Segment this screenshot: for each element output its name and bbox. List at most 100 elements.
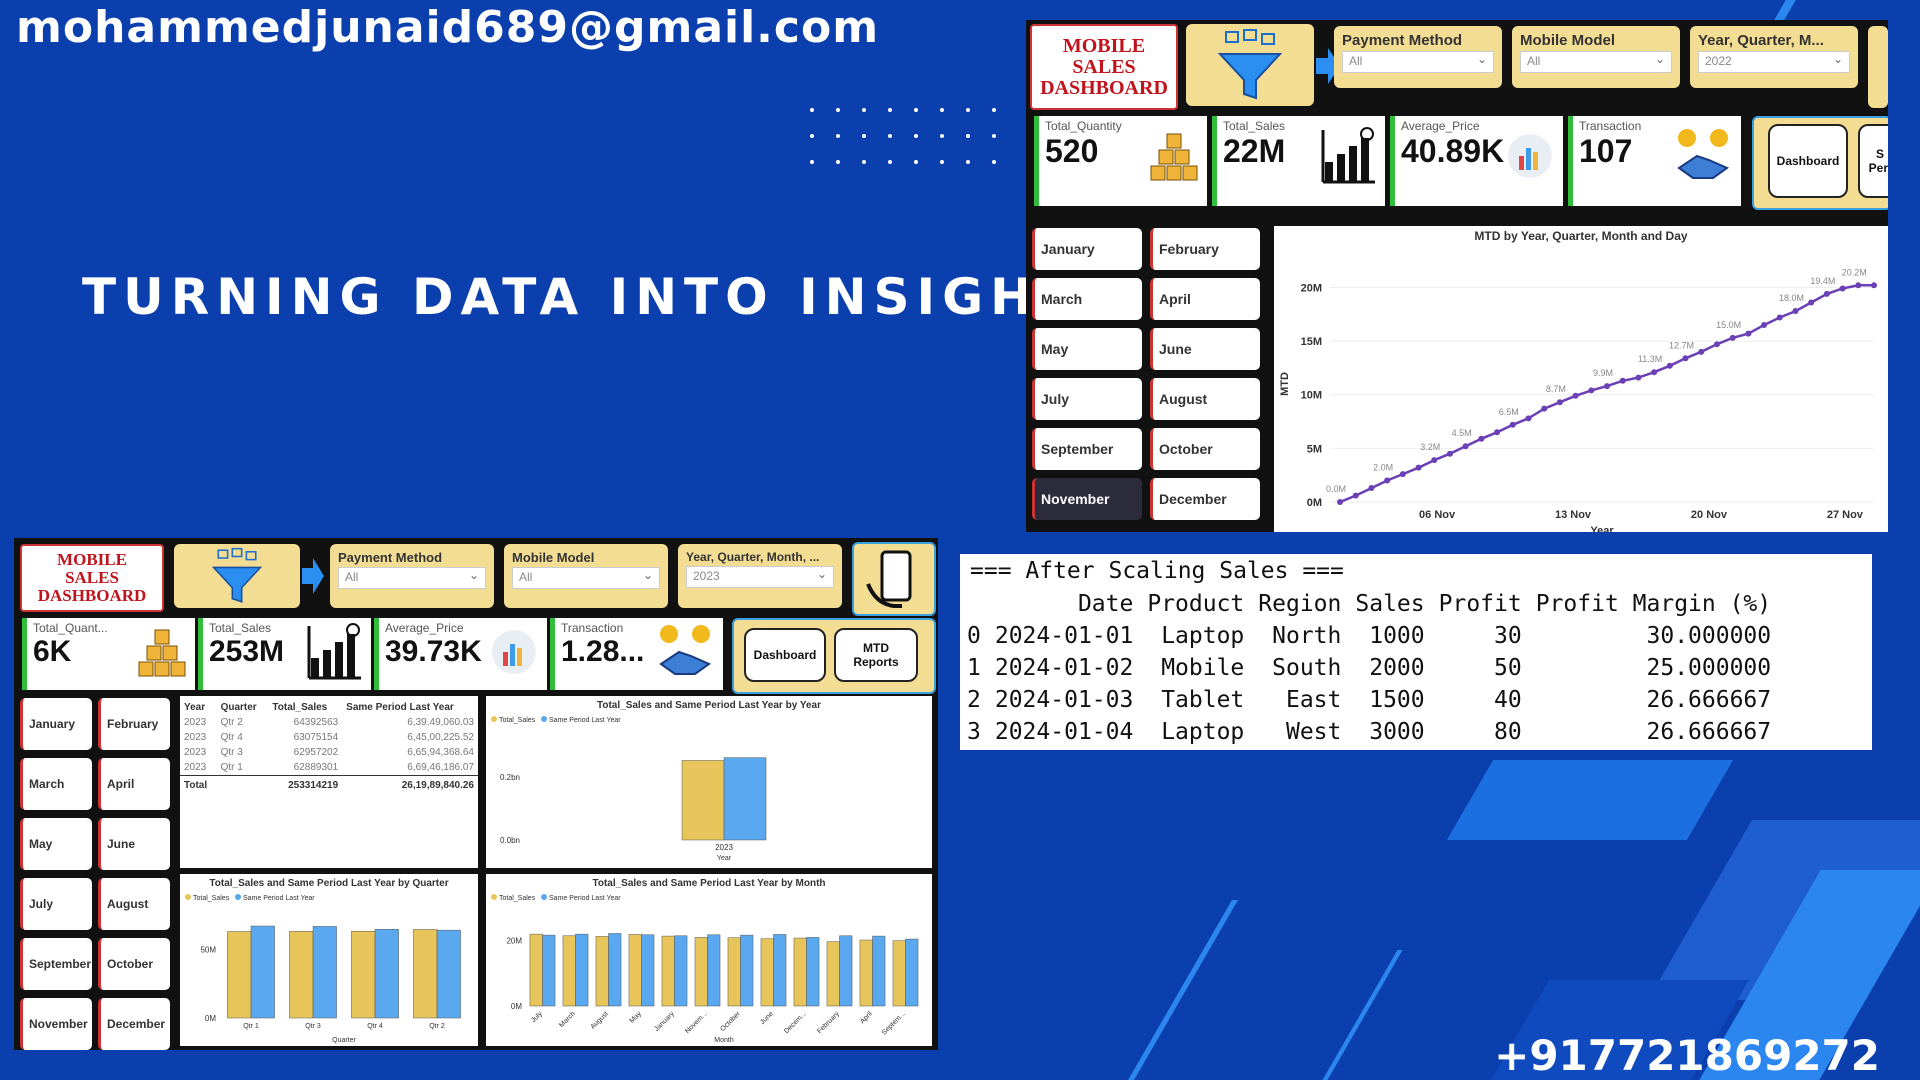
month-button-january[interactable]: January — [20, 698, 92, 750]
data-point — [1776, 314, 1783, 321]
month-button-april[interactable]: April — [1150, 278, 1260, 320]
code-output-cell: 26.666667 — [1646, 719, 1772, 745]
code-output-column-header: Product — [1147, 591, 1245, 617]
bar-same-period-last-year — [608, 933, 622, 1007]
nav-button-label: Dashboard — [1776, 154, 1840, 168]
month-button-december[interactable]: December — [98, 998, 170, 1050]
data-point — [1823, 290, 1830, 297]
filter-year-quarter-month[interactable]: Year, Quarter, M... 2022 ⌄ — [1690, 26, 1858, 88]
table-cell: Qtr 4 — [220, 732, 243, 743]
month-button-may[interactable]: May — [20, 818, 92, 870]
code-output-cell: 1 — [967, 655, 981, 681]
code-output-cell: 30 — [1494, 623, 1522, 649]
bg-stripe — [1322, 950, 1403, 1080]
filter-funnel-button[interactable] — [1186, 24, 1314, 106]
code-output-row: 0 2024-01-01 Laptop North 1000 30 30.000000 — [960, 620, 1778, 652]
filter-dropdown[interactable]: All ⌄ — [1342, 51, 1494, 73]
month-button-june[interactable]: June — [1150, 328, 1260, 370]
month-button-may[interactable]: May — [1032, 328, 1142, 370]
month-button-march[interactable]: March — [20, 758, 92, 810]
data-label: 2.0M — [1373, 463, 1393, 473]
table-header-cell[interactable]: Total_Sales — [268, 700, 342, 715]
month-button-september[interactable]: September — [20, 938, 92, 990]
nav-button-label: S Peri — [1868, 147, 1888, 175]
filter-funnel-button[interactable] — [174, 544, 300, 608]
bar-same-period-last-year — [575, 933, 589, 1007]
kpi-card: Average_Price 40.89K — [1390, 116, 1563, 206]
data-point — [1666, 362, 1673, 369]
handshake-icon — [1673, 126, 1733, 191]
month-button-october[interactable]: October — [1150, 428, 1260, 470]
data-point — [1368, 485, 1375, 492]
month-button-february[interactable]: February — [1150, 228, 1260, 270]
month-button-november[interactable]: November — [20, 998, 92, 1050]
filter-dropdown[interactable]: 2022 ⌄ — [1698, 51, 1850, 73]
filter-dropdown[interactable]: All ⌄ — [338, 567, 486, 589]
data-label: 6.5M — [1499, 407, 1519, 417]
data-point — [1713, 341, 1720, 348]
y-tick-label: 15M — [1301, 336, 1322, 348]
month-button-november[interactable]: November — [1032, 478, 1142, 520]
month-button-april[interactable]: April — [98, 758, 170, 810]
filter-payment-method[interactable]: Payment Method All ⌄ — [1334, 26, 1502, 88]
line-chart-svg: MTD by Year, Quarter, Month and Day 0M 5M 1… — [1279, 229, 1877, 532]
table-header-cell[interactable]: Same Period Last Year — [342, 700, 478, 715]
x-axis-label: Year — [717, 855, 732, 862]
month-button-february[interactable]: February — [98, 698, 170, 750]
month-button-september[interactable]: September — [1032, 428, 1142, 470]
filter-mobile-model[interactable]: Mobile Model All ⌄ — [1512, 26, 1680, 88]
bar-chart-by-month: Total_Sales and Same Period Last Year by… — [486, 874, 932, 1046]
month-button-july[interactable]: July — [20, 878, 92, 930]
table-header-cell[interactable]: Year — [180, 700, 217, 715]
table-cell: Qtr 3 — [220, 747, 243, 758]
code-output-cell: 80 — [1494, 719, 1522, 745]
filter-dropdown[interactable]: All ⌄ — [512, 567, 660, 589]
month-button-january[interactable]: January — [1032, 228, 1142, 270]
x-tick-label: March — [558, 1010, 577, 1029]
filter-year-quarter-month[interactable]: Year, Quarter, Month, ... 2023 ⌄ — [678, 544, 842, 608]
filter-mobile-model[interactable]: Mobile Model All ⌄ — [504, 544, 668, 608]
filter-dropdown[interactable]: All ⌄ — [1520, 51, 1672, 73]
code-output: === After Scaling Sales === Date Product R… — [960, 554, 1872, 750]
table-header-cell[interactable]: Quarter — [217, 700, 269, 715]
chart-title: Total_Sales and Same Period Last Year by… — [592, 878, 825, 889]
code-output-cell: 2000 — [1369, 655, 1425, 681]
filter-payment-method[interactable]: Payment Method All ⌄ — [330, 544, 494, 608]
legend-entry: Same Period Last Year — [549, 717, 621, 724]
code-output-cell: South — [1272, 655, 1342, 681]
filter-dropdown[interactable]: 2023 ⌄ — [686, 566, 834, 588]
table-header-row: Year Quarter Total_Sales Same Period Last Y… — [180, 700, 478, 715]
kpi-card: Total_Quant... 6K — [22, 618, 195, 690]
y-tick-label: 50M — [200, 945, 216, 954]
bar-same-period-last-year — [740, 934, 754, 1007]
data-point — [1871, 282, 1877, 289]
mtd-reports-nav-button[interactable]: MTD Reports — [834, 628, 918, 682]
filter-partial[interactable] — [1868, 26, 1888, 108]
dashboard-nav-button[interactable]: Dashboard — [744, 628, 826, 682]
data-point — [1651, 369, 1658, 376]
code-output-cell: 2024-01-02 — [994, 655, 1134, 681]
dashboard-nav-button[interactable]: Dashboard — [1768, 124, 1848, 198]
month-button-december[interactable]: December — [1150, 478, 1260, 520]
month-button-august[interactable]: August — [98, 878, 170, 930]
data-point — [1446, 450, 1453, 457]
bar-same-period-last-year — [312, 926, 337, 1019]
data-point — [1525, 415, 1532, 422]
month-button-june[interactable]: June — [98, 818, 170, 870]
month-button-august[interactable]: August — [1150, 378, 1260, 420]
bar-same-period-last-year — [723, 757, 767, 841]
table-total-cell: 26,19,89,840.26 — [401, 780, 474, 791]
kpi-card: Total_Quantity 520 — [1034, 116, 1207, 206]
month-button-march[interactable]: March — [1032, 278, 1142, 320]
legend-marker — [541, 894, 547, 900]
bar-total-sales — [793, 937, 807, 1007]
legend-entry: Total_Sales — [193, 895, 230, 902]
month-button-october[interactable]: October — [98, 938, 170, 990]
bar-total-sales — [727, 937, 741, 1007]
month-button-july[interactable]: July — [1032, 378, 1142, 420]
mobile-device-button[interactable] — [852, 542, 936, 616]
period-nav-button[interactable]: S Peri — [1858, 124, 1888, 198]
funnel-icon — [1217, 29, 1283, 100]
data-point — [1478, 435, 1485, 442]
data-point — [1745, 330, 1752, 337]
